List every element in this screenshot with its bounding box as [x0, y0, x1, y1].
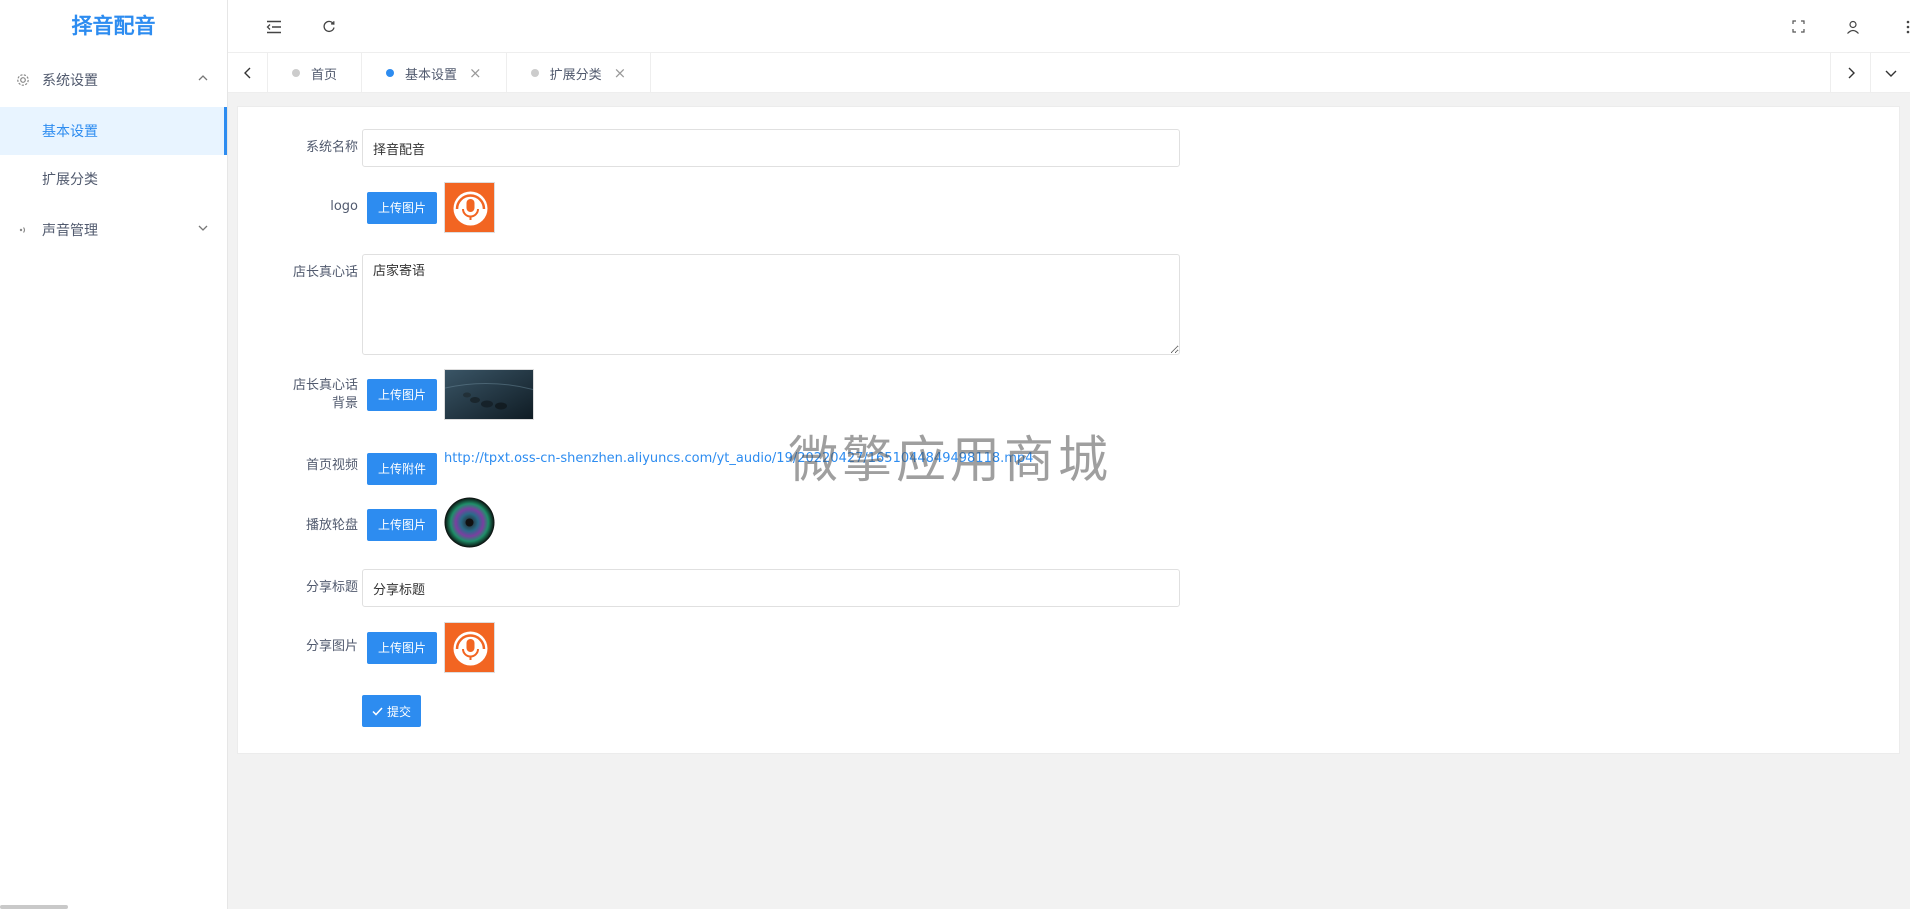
- share-image-thumbnail[interactable]: [444, 622, 495, 673]
- upload-attachment-button[interactable]: 上传附件: [367, 453, 438, 485]
- tabs-scroll-right-button[interactable]: [1830, 53, 1870, 93]
- app-logo-image: [445, 183, 494, 232]
- close-icon[interactable]: ×: [614, 65, 627, 81]
- logo-thumbnail[interactable]: [444, 182, 495, 233]
- play-disc-thumbnail[interactable]: [444, 497, 495, 548]
- share-title-label: 分享标题: [305, 580, 358, 595]
- owner-message-label: 店长真心话: [292, 265, 358, 280]
- sidebar-scrollbar[interactable]: [0, 905, 68, 909]
- sound-icon: [16, 223, 30, 237]
- tab-home[interactable]: 首页: [268, 53, 363, 93]
- more-vertical-icon[interactable]: [1888, 0, 1910, 53]
- gear-icon: [16, 73, 30, 87]
- submit-button[interactable]: 提交: [362, 695, 422, 727]
- owner-message-textarea[interactable]: 店家寄语: [362, 254, 1180, 355]
- submit-label: 提交: [387, 704, 412, 719]
- share-title-input[interactable]: [362, 569, 1180, 607]
- tab-label: 扩展分类: [549, 67, 602, 83]
- tab-label: 基本设置: [405, 67, 458, 83]
- play-disc-image: [444, 497, 495, 548]
- sidebar-item-basic-settings[interactable]: 基本设置: [0, 107, 227, 155]
- app-title: 择音配音: [71, 14, 156, 38]
- owner-bg-thumbnail[interactable]: [444, 369, 534, 420]
- owner-message-bg-label: 店长真心话 背景: [248, 377, 358, 413]
- top-header: [228, 0, 1910, 53]
- settings-form-card: 系统名称 logo 上传图片 店长真心话 店家寄语 店长真心话 背景 上传图片: [237, 106, 1900, 754]
- system-name-input[interactable]: [362, 129, 1180, 167]
- sidebar-group-system-settings[interactable]: 系统设置: [0, 53, 227, 107]
- tab-extended-categories[interactable]: 扩展分类 ×: [507, 53, 652, 93]
- chevron-down-icon: [197, 222, 209, 238]
- tab-label: 首页: [311, 67, 338, 83]
- owner-message-bg-label-line2: 背景: [331, 396, 358, 411]
- upload-share-image-button[interactable]: 上传图片: [367, 632, 438, 664]
- share-logo-image: [445, 623, 494, 672]
- tab-status-dot: [530, 69, 539, 77]
- upload-logo-button[interactable]: 上传图片: [367, 192, 438, 224]
- close-icon[interactable]: ×: [469, 65, 482, 81]
- upload-owner-bg-button[interactable]: 上传图片: [367, 379, 438, 411]
- play-disc-label: 播放轮盘: [305, 518, 358, 533]
- sidebar-group-label: 系统设置: [42, 73, 98, 89]
- owner-bg-image: [445, 370, 533, 419]
- system-name-label: 系统名称: [305, 140, 358, 155]
- tab-basic-settings[interactable]: 基本设置 ×: [362, 53, 507, 93]
- fullscreen-icon[interactable]: [1778, 0, 1818, 53]
- sidebar-group-label: 声音管理: [42, 223, 98, 239]
- check-icon: [372, 706, 383, 716]
- tabs-bar: 首页 基本设置 × 扩展分类 ×: [228, 53, 1910, 93]
- tab-status-dot: [292, 69, 300, 77]
- user-icon[interactable]: [1833, 0, 1873, 53]
- home-video-url-link[interactable]: http://tpxt.oss-cn-shenzhen.aliyuncs.com…: [444, 451, 1033, 466]
- upload-play-disc-button[interactable]: 上传图片: [367, 509, 438, 541]
- share-image-label: 分享图片: [305, 639, 358, 654]
- tab-status-dot: [386, 69, 395, 77]
- home-video-label: 首页视频: [305, 458, 358, 473]
- logo-label: logo: [330, 199, 358, 214]
- tabs-dropdown-button[interactable]: [1870, 53, 1910, 93]
- tabs: 首页 基本设置 × 扩展分类 ×: [268, 53, 652, 93]
- sidebar-item-extended-categories[interactable]: 扩展分类: [0, 155, 227, 203]
- chevron-up-icon: [197, 72, 209, 88]
- owner-message-bg-label-line1: 店长真心话: [292, 378, 358, 393]
- menu-fold-icon[interactable]: [254, 0, 294, 53]
- tabs-scroll-left-button[interactable]: [228, 53, 268, 93]
- sidebar: 择音配音 系统设置 基本设置 扩展分类 声音管理: [0, 0, 228, 909]
- sidebar-group-sound-management[interactable]: 声音管理: [0, 203, 227, 257]
- refresh-icon[interactable]: [309, 0, 349, 53]
